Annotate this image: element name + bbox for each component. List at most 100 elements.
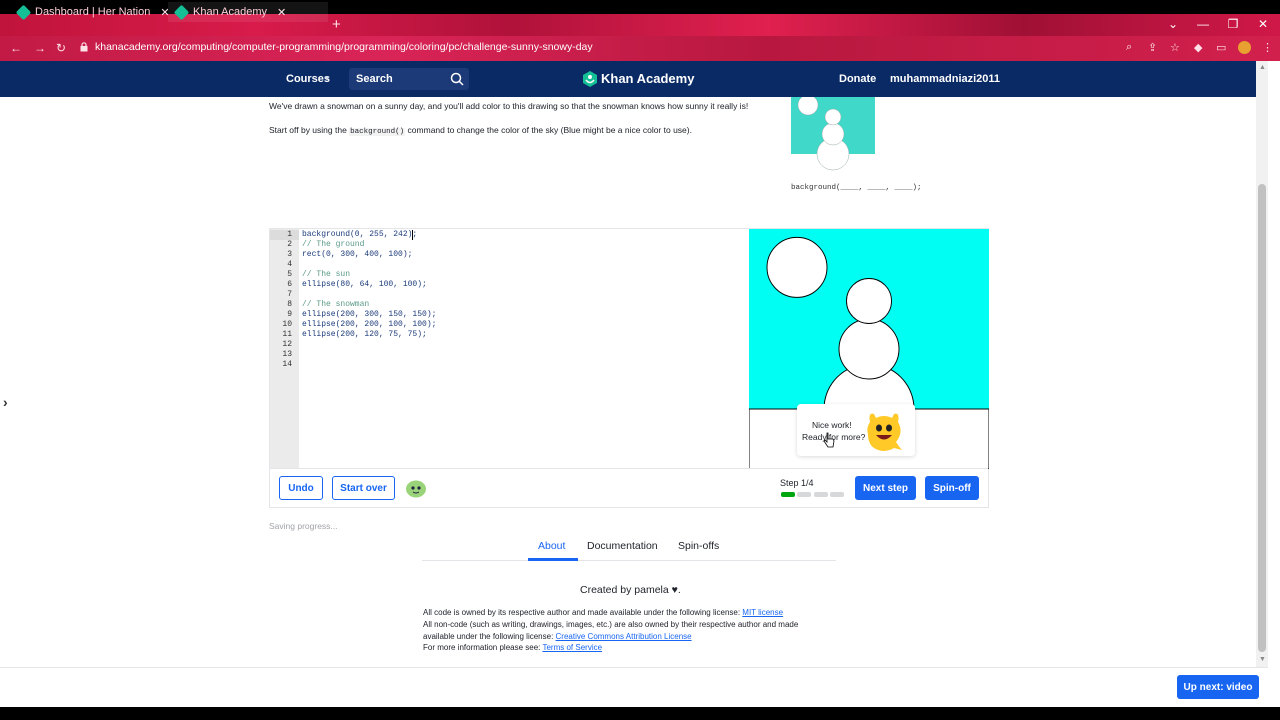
- donate-link[interactable]: Donate: [839, 73, 876, 85]
- code-line[interactable]: background(0, 255, 242);: [302, 230, 417, 239]
- hint-image: [791, 97, 875, 173]
- code-line[interactable]: ellipse(80, 64, 100, 100);: [302, 280, 427, 289]
- new-tab-button[interactable]: +: [332, 16, 341, 34]
- line-number: 12: [282, 340, 292, 349]
- khan-academy-logo-icon[interactable]: [582, 71, 598, 87]
- toolbar-divider: [270, 468, 988, 469]
- search-icon[interactable]: [450, 72, 464, 86]
- license-text: available under the following license:: [423, 632, 556, 641]
- line-number: 5: [287, 270, 292, 279]
- scroll-down-icon[interactable]: ▼: [1259, 656, 1266, 663]
- chevron-right-icon[interactable]: ›: [3, 394, 8, 410]
- license-line-2: All non-code (such as writing, drawings,…: [423, 620, 799, 629]
- browser-tab-1[interactable]: Dashboard | Her Nation ✕: [10, 2, 168, 22]
- license-line-3: available under the following license: C…: [423, 632, 692, 641]
- inline-code: background(): [349, 128, 406, 136]
- code-line[interactable]: ellipse(200, 120, 75, 75);: [302, 330, 427, 339]
- snowman-middle: [838, 318, 900, 380]
- restore-icon[interactable]: ❐: [1218, 16, 1248, 32]
- footer-divider: [0, 667, 1268, 668]
- step-progress-segment: [814, 492, 828, 497]
- forward-icon[interactable]: →: [34, 41, 46, 55]
- line-number: 2: [287, 240, 292, 249]
- line-number: 4: [287, 260, 292, 269]
- scrollbar-thumb[interactable]: [1258, 184, 1266, 652]
- heart-icon: ♥: [671, 584, 678, 596]
- bookmark-star-icon[interactable]: ☆: [1170, 41, 1180, 54]
- screen-bottom-bar: [0, 707, 1280, 720]
- up-next-button[interactable]: Up next: video: [1177, 675, 1259, 699]
- license-line-1: All code is owned by its respective auth…: [423, 608, 783, 617]
- tab-favicon-icon: [173, 4, 190, 20]
- reload-icon[interactable]: ↻: [56, 41, 66, 55]
- license-line-4: For more information please see: Terms o…: [423, 643, 602, 652]
- user-menu[interactable]: muhammadniazi2011: [890, 73, 1000, 85]
- url-field[interactable]: khanacademy.org/computing/computer-progr…: [95, 41, 593, 53]
- cc-license-link[interactable]: Creative Commons Attribution License: [556, 632, 692, 641]
- search-placeholder: Search: [356, 73, 393, 85]
- line-number: 9: [287, 310, 292, 319]
- tab-close-icon[interactable]: ✕: [160, 6, 168, 19]
- code-line[interactable]: // The ground: [302, 240, 364, 249]
- line-number: 14: [282, 360, 292, 369]
- chevron-down-icon: ▼: [323, 74, 331, 83]
- instruction-text-2: Start off by using the background() comm…: [269, 125, 692, 136]
- sidepanel-icon[interactable]: ▭: [1216, 41, 1226, 54]
- canvas-sun: [766, 236, 828, 298]
- scroll-up-icon[interactable]: ▲: [1259, 64, 1266, 71]
- share-icon[interactable]: ⇪: [1148, 41, 1157, 54]
- toast-title: Nice work!: [812, 420, 852, 430]
- instruction-text: We've drawn a snowman on a sunny day, an…: [269, 101, 749, 111]
- hint-code: background(____, ____, ____);: [791, 184, 922, 192]
- code-line[interactable]: ellipse(200, 200, 100, 100);: [302, 320, 436, 329]
- code-line[interactable]: ellipse(200, 300, 150, 150);: [302, 310, 436, 319]
- minimize-icon[interactable]: —: [1188, 16, 1218, 32]
- site-logo[interactable]: Khan Academy: [601, 71, 694, 86]
- snowman-head: [846, 278, 892, 324]
- active-tab-indicator: [528, 558, 578, 561]
- extension-icon[interactable]: ◆: [1194, 41, 1202, 54]
- license-text: All code is owned by its respective auth…: [423, 608, 743, 617]
- line-number: 8: [287, 300, 292, 309]
- instruction-pre: Start off by using the: [269, 125, 350, 135]
- code-line[interactable]: rect(0, 300, 400, 100);: [302, 250, 412, 259]
- tab-about[interactable]: About: [538, 540, 565, 552]
- lock-icon: [80, 42, 88, 52]
- profile-avatar[interactable]: [1238, 41, 1251, 54]
- menu-icon[interactable]: ⋮: [1262, 41, 1273, 54]
- tab-close-icon[interactable]: ✕: [277, 6, 286, 19]
- tab-title: Dashboard | Her Nation: [35, 6, 151, 18]
- line-number: 6: [287, 280, 292, 289]
- code-line[interactable]: // The sun: [302, 270, 350, 279]
- instruction-post: command to change the color of the sky (…: [405, 125, 692, 135]
- text-cursor: [412, 230, 413, 240]
- tab-spinoffs[interactable]: Spin-offs: [678, 540, 719, 552]
- step-progress-segment: [830, 492, 844, 497]
- step-progress-segment: [797, 492, 811, 497]
- mit-license-link[interactable]: MIT license: [742, 608, 783, 617]
- close-window-icon[interactable]: ✕: [1248, 16, 1278, 32]
- created-by-text: Created by pamela: [580, 584, 669, 596]
- zoom-icon[interactable]: ⌕: [1126, 41, 1132, 54]
- step-progress-segment: [781, 492, 795, 497]
- browser-tab-2[interactable]: Khan Academy ✕: [168, 2, 328, 22]
- avatar[interactable]: [405, 478, 427, 498]
- spin-off-button[interactable]: Spin-off: [925, 476, 979, 500]
- terms-link[interactable]: Terms of Service: [542, 643, 602, 652]
- next-step-button[interactable]: Next step: [855, 476, 916, 500]
- line-number: 10: [282, 320, 292, 329]
- author-credit: Created by pamela ♥.: [580, 584, 681, 596]
- mascot-icon: [867, 413, 902, 451]
- back-icon[interactable]: ←: [10, 41, 22, 55]
- line-number: 7: [287, 290, 292, 299]
- tab-documentation[interactable]: Documentation: [587, 540, 658, 552]
- line-number: 13: [282, 350, 292, 359]
- undo-button[interactable]: Undo: [279, 476, 323, 500]
- line-number: 11: [282, 330, 292, 339]
- tab-search-icon[interactable]: ⌄: [1158, 16, 1188, 32]
- tab-favicon-icon: [15, 4, 32, 20]
- tab-title: Khan Academy: [193, 6, 267, 18]
- saving-status: Saving progress...: [269, 521, 338, 531]
- start-over-button[interactable]: Start over: [332, 476, 395, 500]
- code-line[interactable]: // The snowman: [302, 300, 369, 309]
